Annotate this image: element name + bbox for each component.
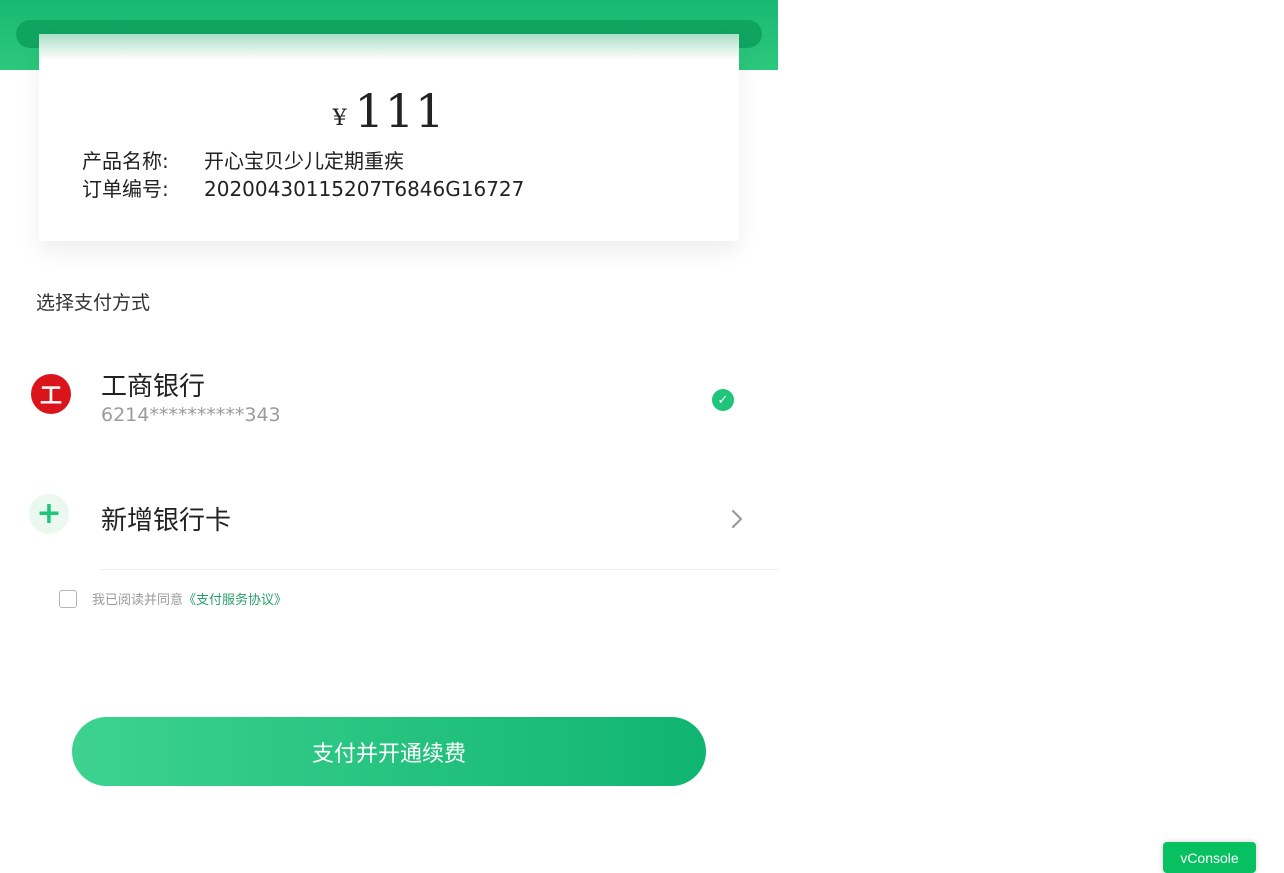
agreement-text: 我已阅读并同意 [92, 593, 184, 608]
currency-symbol: ¥ [332, 106, 347, 131]
agreement-checkbox[interactable] [59, 589, 77, 608]
order-card: ¥111 产品名称: 开心宝贝少儿定期重疾 订单编号: 20200430115207… [39, 34, 739, 241]
payment-page: ¥111 产品名称: 开心宝贝少儿定期重疾 订单编号: 20200430115207… [0, 0, 1284, 873]
product-row: 产品名称: 开心宝贝少儿定期重疾 [82, 145, 404, 174]
payment-method-icbc[interactable]: 工 工商银行 6214**********343 ✓ [0, 360, 778, 440]
pay-and-renew-button[interactable]: 支付并开通续费 [72, 717, 706, 786]
vconsole-label: vConsole [1180, 849, 1239, 866]
order-number-label: 订单编号: [82, 177, 169, 201]
amount-value: 111 [354, 84, 446, 138]
agreement-row: 我已阅读并同意 《支付服务协议》 [59, 589, 287, 608]
chevron-right-icon [731, 509, 743, 529]
add-bank-card-row[interactable]: + 新增银行卡 [0, 492, 778, 570]
order-number-row: 订单编号: 20200430115207T6846G16727 [82, 173, 524, 202]
bank-name: 工商银行 [101, 372, 206, 402]
add-bank-card-label: 新增银行卡 [101, 506, 232, 536]
divider [101, 569, 778, 570]
icbc-logo-icon: 工 [31, 374, 71, 414]
order-number: 20200430115207T6846G16727 [204, 177, 525, 201]
pay-button-label: 支付并开通续费 [311, 741, 466, 767]
card-number: 6214**********343 [101, 404, 281, 426]
product-label: 产品名称: [82, 149, 169, 173]
payment-section-title: 选择支付方式 [36, 292, 151, 314]
agreement-link[interactable]: 《支付服务协议》 [183, 589, 287, 608]
order-amount: ¥111 [39, 84, 739, 138]
check-circle-icon: ✓ [712, 389, 734, 411]
vconsole-button[interactable]: vConsole [1163, 842, 1256, 873]
product-name: 开心宝贝少儿定期重疾 [204, 149, 404, 173]
plus-icon: + [29, 494, 69, 534]
bank-logo-glyph: 工 [39, 384, 62, 409]
